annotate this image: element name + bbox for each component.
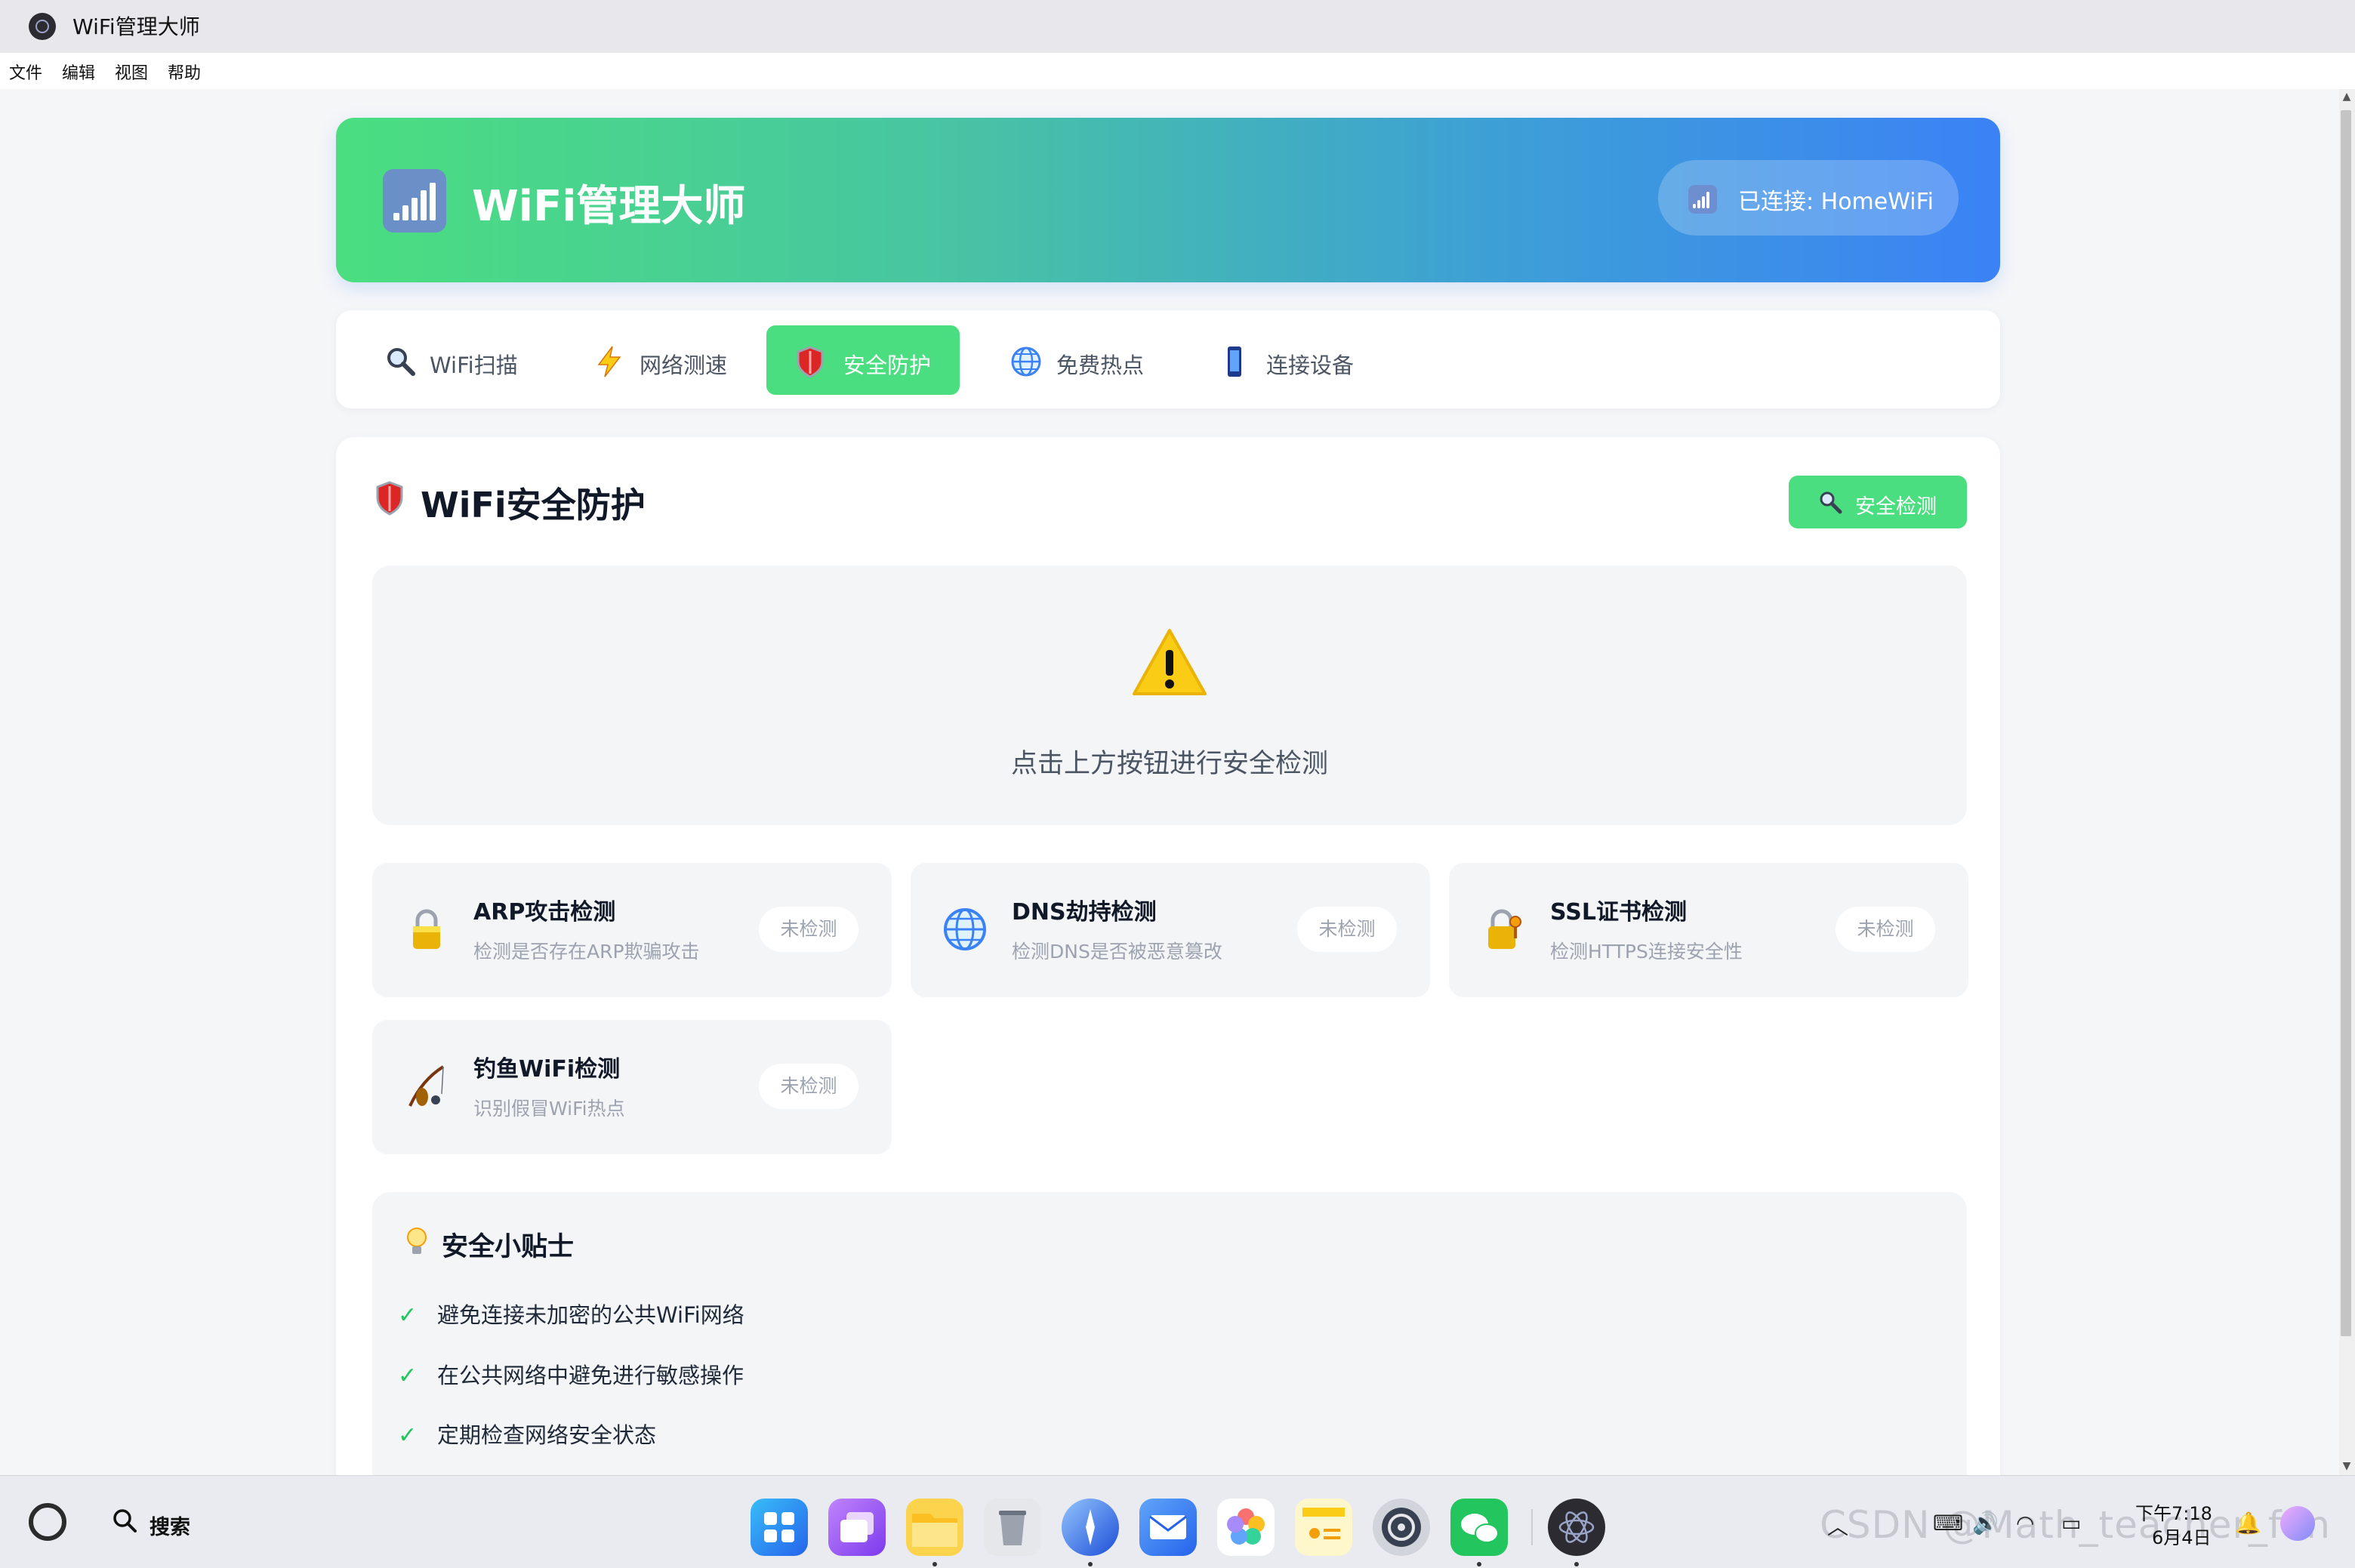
phone-icon <box>1218 345 1251 378</box>
tip-item: ✓ 在公共网络中避免进行敏感操作 <box>398 1363 744 1389</box>
checkmark-icon: ✓ <box>398 1422 418 1449</box>
taskbar-separator <box>1531 1509 1533 1545</box>
security-tips: 安全小贴士 ✓ 避免连接未加密的公共WiFi网络 ✓ 在公共网络中避免进行敏感操作 … <box>372 1192 1967 1494</box>
globe-icon <box>1010 345 1043 378</box>
scroll-down-arrow-icon[interactable]: ▼ <box>2341 1460 2353 1472</box>
menu-view[interactable]: 视图 <box>115 60 148 84</box>
tab-security[interactable]: 安全防护 <box>766 325 960 395</box>
key-lock-icon <box>1481 907 1526 952</box>
scroll-up-arrow-icon[interactable]: ▲ <box>2341 91 2353 103</box>
app-launcher-icon[interactable] <box>751 1499 808 1556</box>
keyboard-icon[interactable]: ⌨ <box>1933 1511 1963 1538</box>
notification-bell-icon[interactable]: 🔔 <box>2235 1511 2261 1538</box>
magnifier-icon <box>384 345 418 378</box>
folder-icon[interactable] <box>906 1499 963 1556</box>
menu-help[interactable]: 帮助 <box>168 60 201 84</box>
tab-free-hotspot[interactable]: 免费热点 <box>993 325 1167 395</box>
lightning-icon <box>593 345 626 378</box>
avatar[interactable] <box>2280 1506 2315 1541</box>
tab-bar: WiFi扫描 网络测速 安全防护 免费热点 连接设备 <box>336 310 2000 408</box>
tip-item: ✓ 避免连接未加密的公共WiFi网络 <box>398 1302 744 1329</box>
wechat-icon[interactable] <box>1450 1499 1508 1556</box>
battery-icon[interactable]: ▭ <box>2061 1511 2081 1538</box>
arp-check-card[interactable]: ARP攻击检测 检测是否存在ARP欺骗攻击 未检测 <box>372 863 892 997</box>
tab-wifi-scan[interactable]: WiFi扫描 <box>366 325 540 395</box>
app-header: WiFi管理大师 已连接: HomeWiFi <box>336 118 2000 282</box>
search-icon <box>113 1509 137 1533</box>
connection-status-badge[interactable]: 已连接: HomeWiFi <box>1658 160 1959 236</box>
window-title-bar: WiFi管理大师 <box>0 0 2355 53</box>
multitask-icon[interactable] <box>828 1499 886 1556</box>
signal-bars-icon <box>383 169 446 233</box>
browser-icon[interactable] <box>1062 1499 1119 1556</box>
magnifier-icon <box>1820 491 1842 514</box>
photos-icon[interactable] <box>1217 1499 1275 1556</box>
tips-title: 安全小贴士 <box>442 1232 575 1262</box>
start-button[interactable] <box>29 1503 66 1541</box>
app-title: WiFi管理大师 <box>472 182 746 231</box>
mail-icon[interactable] <box>1139 1499 1197 1556</box>
chevron-up-icon[interactable]: ︿ <box>1827 1511 1848 1539</box>
window-title: WiFi管理大师 <box>72 14 200 39</box>
menu-edit[interactable]: 编辑 <box>62 60 95 84</box>
status-badge: 未检测 <box>1297 907 1397 952</box>
settings-gear-icon[interactable] <box>1373 1499 1430 1556</box>
volume-icon[interactable]: 🔊 <box>1972 1511 1999 1538</box>
menu-file[interactable]: 文件 <box>9 60 42 84</box>
lightbulb-icon <box>407 1228 427 1254</box>
signal-bars-icon <box>1688 185 1717 214</box>
taskbar: 搜索 CSDN @Math_teacher_fan ︿ ⌨ 🔊 ◠ ▭ 下午7:… <box>0 1475 2355 1568</box>
connection-status-text: 已连接: HomeWiFi <box>1738 189 1934 215</box>
notes-icon[interactable] <box>1295 1499 1352 1556</box>
warning-icon <box>1133 629 1207 695</box>
check-prompt-box: 点击上方按钮进行安全检测 <box>372 565 1967 825</box>
trash-icon[interactable] <box>984 1499 1041 1556</box>
tab-connected-devices[interactable]: 连接设备 <box>1203 325 1376 395</box>
globe-icon <box>942 907 988 952</box>
fishing-pole-icon <box>404 1064 449 1109</box>
app-icon <box>29 13 56 40</box>
lock-icon <box>404 907 449 952</box>
security-check-button[interactable]: 安全检测 <box>1789 476 1967 528</box>
clock-date[interactable]: 6月4日 <box>2152 1523 2212 1549</box>
shield-icon <box>794 345 827 378</box>
menu-bar: 文件 编辑 视图 帮助 <box>0 53 2355 89</box>
status-badge: 未检测 <box>759 1064 858 1109</box>
checkmark-icon: ✓ <box>398 1302 418 1329</box>
taskbar-search[interactable]: 搜索 <box>112 1506 195 1539</box>
ssl-check-card[interactable]: SSL证书检测 检测HTTPS连接安全性 未检测 <box>1449 863 1968 997</box>
shield-icon <box>376 481 403 516</box>
section-title: WiFi安全防护 <box>421 485 646 525</box>
clock-time[interactable]: 下午7:18 <box>2135 1499 2212 1525</box>
tab-speed-test[interactable]: 网络测速 <box>576 325 750 395</box>
dns-check-card[interactable]: DNS劫持检测 检测DNS是否被恶意篡改 未检测 <box>911 863 1430 997</box>
wifi-manager-app-icon[interactable] <box>1548 1499 1605 1556</box>
checkmark-icon: ✓ <box>398 1363 418 1389</box>
tip-item: ✓ 定期检查网络安全状态 <box>398 1422 657 1449</box>
status-badge: 未检测 <box>759 907 858 952</box>
check-prompt-text: 点击上方按钮进行安全检测 <box>1010 749 1328 779</box>
phishing-check-card[interactable]: 钓鱼WiFi检测 识别假冒WiFi热点 未检测 <box>372 1020 892 1154</box>
status-badge: 未检测 <box>1836 907 1935 952</box>
wifi-icon[interactable]: ◠ <box>2016 1511 2034 1538</box>
security-panel: WiFi安全防护 安全检测 点击上方按钮进行安全检测 ARP攻击检测 检测是否存… <box>336 437 2000 1494</box>
scrollbar-thumb[interactable] <box>2341 110 2351 1336</box>
